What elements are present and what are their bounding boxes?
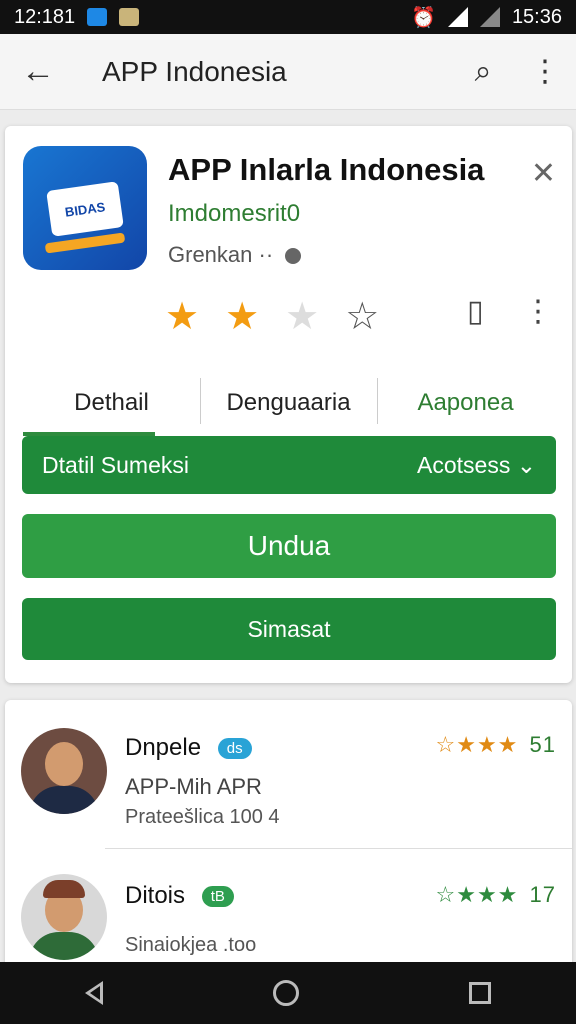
tab-second[interactable]: Denguaaria: [200, 370, 377, 436]
avatar: [21, 874, 107, 960]
more-vertical-icon[interactable]: ⋮: [523, 294, 553, 329]
category-text: Grenkan: [168, 242, 253, 267]
status-time-right: 15:36: [511, 5, 562, 28]
avatar-hat: [43, 880, 85, 898]
review-text: Sinaiokjea .too: [125, 934, 257, 956]
star-icon: ★: [225, 296, 260, 338]
avatar-body: [29, 932, 99, 960]
system-nav-bar: [0, 962, 576, 1024]
back-arrow-icon[interactable]: ←: [0, 52, 76, 91]
avatar-face: [45, 742, 83, 786]
image-notification-icon: [119, 8, 140, 26]
detail-select[interactable]: Dtatil Sumeksi Acotsess ⌄: [22, 436, 556, 494]
tab-third[interactable]: Aaponea: [377, 370, 554, 436]
star-icon: ★: [285, 296, 320, 338]
review-subtext: Prateešlica 100 4: [125, 806, 280, 828]
review-stars-icon: ☆★★★: [435, 882, 519, 907]
review-text: APP-Mih APR: [125, 774, 262, 799]
rating-stars: ★ ★ ★ ☆: [165, 294, 379, 339]
review-rating: ☆★★★ 17: [436, 882, 557, 908]
reviewer-badge: tB: [201, 886, 234, 908]
app-bar: ← APP Indonesia ⌕ ⋮: [0, 34, 576, 110]
tab-bar: Dethail Denguaaria Aaponea: [23, 370, 554, 436]
review-stars-icon: ☆★★★: [435, 732, 519, 757]
nav-back-icon[interactable]: [85, 981, 103, 1005]
reviewer-name-row: Ditois tB: [125, 882, 234, 910]
more-options-icon[interactable]: ⋮: [514, 54, 576, 89]
save-button[interactable]: Simasat: [22, 598, 556, 660]
alarm-icon: ⏰: [411, 6, 436, 29]
bookmark-icon[interactable]: ▯: [467, 294, 484, 329]
review-score: 17: [529, 882, 556, 907]
nav-home-icon[interactable]: [273, 980, 299, 1006]
category-label: Grenkan ··: [168, 242, 302, 268]
app-icon-badge: BIDAS: [46, 181, 124, 237]
add-favorite-star-icon[interactable]: ☆: [345, 294, 379, 339]
review-score: 51: [529, 732, 556, 757]
review-divider: [105, 848, 572, 849]
signal-icon: [447, 7, 468, 27]
select-right-group: Acotsess ⌄: [417, 452, 536, 479]
app-detail-card: BIDAS APP Inlarla Indonesia ✕ Imdomesrit…: [5, 126, 572, 683]
message-notification-icon: [87, 8, 108, 26]
reviewer-badge: ds: [217, 738, 252, 760]
nav-recents-icon[interactable]: [469, 982, 491, 1004]
pin-icon: [285, 248, 302, 265]
reviewer-name: Dnpele: [125, 734, 202, 761]
tab-detail[interactable]: Dethail: [23, 370, 200, 436]
status-bar: 12:181 ⏰ 15:36: [0, 0, 576, 34]
search-icon[interactable]: ⌕: [452, 55, 514, 89]
chevron-down-icon: ⌄: [516, 451, 536, 478]
category-dots: ··: [258, 242, 274, 267]
reviews-card: Dnpele ds APP-Mih APR Prateešlica 100 4 …: [5, 700, 572, 970]
developer-link[interactable]: Imdomesrit0: [168, 200, 300, 228]
select-left-label: Dtatil Sumeksi: [42, 451, 189, 478]
star-icon: ★: [165, 296, 200, 338]
avatar-body: [29, 786, 99, 814]
review-rating: ☆★★★ 51: [436, 732, 557, 758]
select-right-label: Acotsess: [417, 451, 511, 478]
download-button[interactable]: Undua: [22, 514, 556, 578]
app-icon: BIDAS: [23, 146, 147, 270]
signal-icon-2: [479, 7, 500, 27]
status-time-left: 12:181: [14, 5, 76, 28]
reviewer-name-row: Dnpele ds: [125, 734, 252, 762]
app-name: APP Inlarla Indonesia: [168, 152, 485, 187]
close-icon[interactable]: ✕: [531, 156, 556, 191]
avatar: [21, 728, 107, 814]
page-title: APP Indonesia: [102, 55, 287, 87]
reviewer-name: Ditois: [125, 882, 186, 909]
